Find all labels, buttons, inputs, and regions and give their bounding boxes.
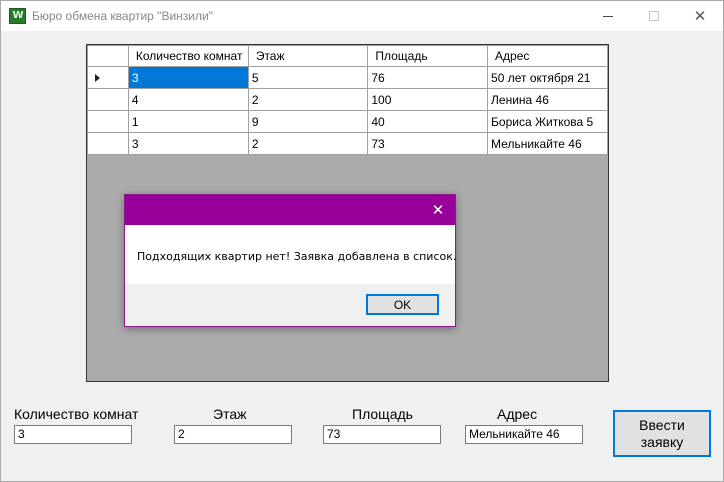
area-label: Площадь	[352, 406, 413, 422]
row-header[interactable]	[87, 132, 129, 155]
maximize-icon	[649, 11, 659, 21]
row-header[interactable]	[87, 88, 129, 111]
address-input[interactable]: Мельникайте 46	[465, 425, 583, 444]
dialog-close-icon[interactable]: ✕	[421, 195, 455, 225]
table-cell[interactable]: 73	[367, 132, 489, 155]
ok-button[interactable]: OK	[366, 294, 439, 315]
table-row[interactable]: 4 2 100 Ленина 46	[87, 88, 608, 111]
table-cell[interactable]: Мельникайте 46	[487, 132, 608, 155]
title-bar[interactable]: W Бюро обмена квартир "Винзили" ✕	[1, 1, 723, 31]
minimize-icon	[603, 15, 613, 17]
table-cell[interactable]: 76	[367, 66, 489, 89]
column-header-address[interactable]: Адрес	[487, 45, 608, 67]
table-cell[interactable]: 2	[247, 132, 369, 155]
column-header-area[interactable]: Площадь	[367, 45, 489, 67]
dialog-title-bar[interactable]: ✕	[125, 195, 455, 225]
table-row[interactable]: 3 2 73 Мельникайте 46	[87, 132, 608, 155]
table-cell[interactable]: 9	[247, 110, 369, 133]
row-header[interactable]	[87, 66, 129, 89]
dialog-message: Подходящих квартир нет! Заявка добавлена…	[137, 250, 457, 263]
table-cell[interactable]: 3	[127, 66, 249, 89]
table-cell[interactable]: 5	[247, 66, 369, 89]
table-cell[interactable]: 4	[127, 88, 249, 111]
table-cell[interactable]: 100	[367, 88, 489, 111]
corner-header[interactable]	[87, 45, 129, 67]
dialog-footer: OK	[125, 284, 455, 326]
area-input[interactable]: 73	[323, 425, 441, 444]
rooms-label: Количество комнат	[14, 406, 139, 422]
apartments-table: Количество комнат Этаж Площадь Адрес 3 5…	[87, 45, 608, 155]
table-cell[interactable]: 1	[127, 110, 249, 133]
table-row[interactable]: 3 5 76 50 лет октября 21	[87, 66, 608, 89]
app-logo-icon: W	[9, 8, 26, 24]
table-cell[interactable]: 40	[367, 110, 489, 133]
main-window: W Бюро обмена квартир "Винзили" ✕ Количе…	[0, 0, 724, 482]
column-header-rooms[interactable]: Количество комнат	[127, 45, 249, 67]
table-cell[interactable]: Ленина 46	[487, 88, 608, 111]
submit-request-button[interactable]: Ввести заявку	[613, 410, 711, 457]
column-header-floor[interactable]: Этаж	[247, 45, 369, 67]
table-cell[interactable]: 2	[247, 88, 369, 111]
current-row-arrow-icon	[95, 73, 100, 82]
floor-input[interactable]: 2	[174, 425, 292, 444]
table-cell[interactable]: 3	[127, 132, 249, 155]
window-title: Бюро обмена квартир "Винзили"	[32, 9, 213, 23]
table-cell[interactable]: Бориса Житкова 5	[487, 110, 608, 133]
close-icon: ✕	[693, 6, 707, 25]
close-button[interactable]: ✕	[677, 1, 723, 31]
message-dialog: ✕ Подходящих квартир нет! Заявка добавле…	[124, 194, 456, 327]
table-row[interactable]: 1 9 40 Бориса Житкова 5	[87, 110, 608, 133]
floor-label: Этаж	[213, 406, 247, 422]
row-header[interactable]	[87, 110, 129, 133]
table-cell[interactable]: 50 лет октября 21	[487, 66, 608, 89]
rooms-input[interactable]: 3	[14, 425, 132, 444]
minimize-button[interactable]	[585, 1, 631, 31]
maximize-button[interactable]	[631, 1, 677, 31]
address-label: Адрес	[497, 406, 538, 422]
